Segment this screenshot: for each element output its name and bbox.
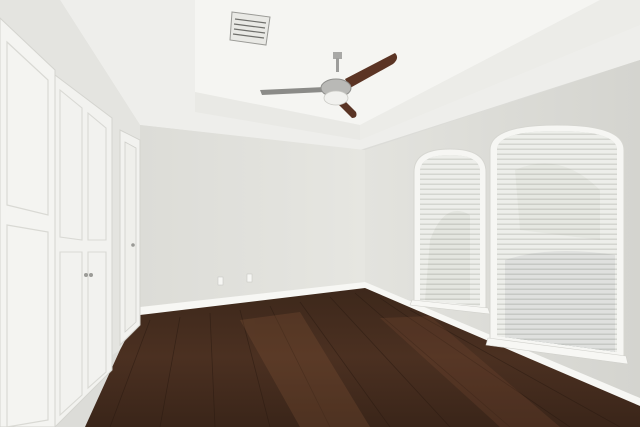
air-vent — [229, 11, 271, 46]
closet-knob — [89, 273, 93, 277]
door-knob — [131, 243, 135, 247]
arched-window-left — [409, 148, 491, 315]
outlet-left — [217, 276, 224, 286]
interior-door — [124, 141, 137, 333]
room-illustration — [0, 0, 640, 427]
arched-window-right — [485, 124, 629, 365]
back-wall — [140, 125, 365, 310]
outlet-right — [246, 273, 253, 283]
empty-bedroom-photo — [0, 0, 640, 427]
